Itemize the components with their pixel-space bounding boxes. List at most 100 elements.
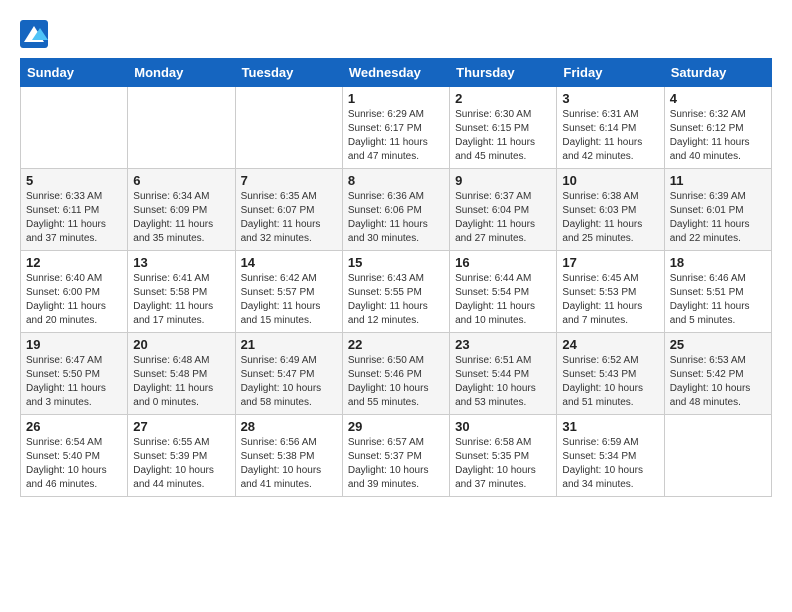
day-info: Sunrise: 6:48 AM Sunset: 5:48 PM Dayligh… (133, 354, 229, 410)
calendar-week-row: 26 Sunrise: 6:54 AM Sunset: 5:40 PM Dayli… (21, 415, 772, 497)
calendar-cell (21, 87, 128, 169)
calendar-week-row: 12 Sunrise: 6:40 AM Sunset: 6:00 PM Dayli… (21, 251, 772, 333)
day-number: 15 (348, 255, 444, 270)
day-number: 5 (26, 173, 122, 188)
day-info: Sunrise: 6:51 AM Sunset: 5:44 PM Dayligh… (455, 354, 551, 410)
calendar-cell: 20 Sunrise: 6:48 AM Sunset: 5:48 PM Dayli… (128, 333, 235, 415)
calendar-week-row: 1 Sunrise: 6:29 AM Sunset: 6:17 PM Daylig… (21, 87, 772, 169)
day-info: Sunrise: 6:38 AM Sunset: 6:03 PM Dayligh… (562, 190, 658, 246)
weekday-header: Monday (128, 59, 235, 87)
calendar-cell (664, 415, 771, 497)
weekday-header: Wednesday (342, 59, 449, 87)
day-info: Sunrise: 6:32 AM Sunset: 6:12 PM Dayligh… (670, 108, 766, 164)
day-info: Sunrise: 6:49 AM Sunset: 5:47 PM Dayligh… (241, 354, 337, 410)
day-number: 7 (241, 173, 337, 188)
calendar-cell: 26 Sunrise: 6:54 AM Sunset: 5:40 PM Dayli… (21, 415, 128, 497)
calendar-cell: 7 Sunrise: 6:35 AM Sunset: 6:07 PM Daylig… (235, 169, 342, 251)
calendar-cell: 28 Sunrise: 6:56 AM Sunset: 5:38 PM Dayli… (235, 415, 342, 497)
day-number: 26 (26, 419, 122, 434)
calendar-cell: 16 Sunrise: 6:44 AM Sunset: 5:54 PM Dayli… (450, 251, 557, 333)
day-number: 17 (562, 255, 658, 270)
calendar-cell: 2 Sunrise: 6:30 AM Sunset: 6:15 PM Daylig… (450, 87, 557, 169)
day-info: Sunrise: 6:44 AM Sunset: 5:54 PM Dayligh… (455, 272, 551, 328)
calendar: SundayMondayTuesdayWednesdayThursdayFrid… (20, 58, 772, 497)
day-info: Sunrise: 6:50 AM Sunset: 5:46 PM Dayligh… (348, 354, 444, 410)
day-info: Sunrise: 6:35 AM Sunset: 6:07 PM Dayligh… (241, 190, 337, 246)
calendar-cell: 12 Sunrise: 6:40 AM Sunset: 6:00 PM Dayli… (21, 251, 128, 333)
calendar-cell: 11 Sunrise: 6:39 AM Sunset: 6:01 PM Dayli… (664, 169, 771, 251)
day-info: Sunrise: 6:37 AM Sunset: 6:04 PM Dayligh… (455, 190, 551, 246)
calendar-cell: 18Sunrise: 6:46 AM Sunset: 5:51 PM Dayli… (664, 251, 771, 333)
calendar-cell: 29 Sunrise: 6:57 AM Sunset: 5:37 PM Dayli… (342, 415, 449, 497)
page-header (20, 20, 772, 48)
calendar-cell (128, 87, 235, 169)
calendar-cell: 9 Sunrise: 6:37 AM Sunset: 6:04 PM Daylig… (450, 169, 557, 251)
weekday-header: Saturday (664, 59, 771, 87)
calendar-cell: 13 Sunrise: 6:41 AM Sunset: 5:58 PM Dayli… (128, 251, 235, 333)
calendar-cell: 10 Sunrise: 6:38 AM Sunset: 6:03 PM Dayli… (557, 169, 664, 251)
day-info: Sunrise: 6:39 AM Sunset: 6:01 PM Dayligh… (670, 190, 766, 246)
calendar-cell: 14 Sunrise: 6:42 AM Sunset: 5:57 PM Dayli… (235, 251, 342, 333)
day-info: Sunrise: 6:57 AM Sunset: 5:37 PM Dayligh… (348, 436, 444, 492)
day-info: Sunrise: 6:54 AM Sunset: 5:40 PM Dayligh… (26, 436, 122, 492)
day-number: 14 (241, 255, 337, 270)
calendar-header-row: SundayMondayTuesdayWednesdayThursdayFrid… (21, 59, 772, 87)
calendar-cell: 27 Sunrise: 6:55 AM Sunset: 5:39 PM Dayli… (128, 415, 235, 497)
calendar-cell: 25 Sunrise: 6:53 AM Sunset: 5:42 PM Dayli… (664, 333, 771, 415)
day-info: Sunrise: 6:53 AM Sunset: 5:42 PM Dayligh… (670, 354, 766, 410)
day-number: 10 (562, 173, 658, 188)
day-number: 19 (26, 337, 122, 352)
day-info: Sunrise: 6:36 AM Sunset: 6:06 PM Dayligh… (348, 190, 444, 246)
day-number: 4 (670, 91, 766, 106)
day-number: 12 (26, 255, 122, 270)
day-number: 2 (455, 91, 551, 106)
calendar-cell: 6 Sunrise: 6:34 AM Sunset: 6:09 PM Daylig… (128, 169, 235, 251)
calendar-cell: 15 Sunrise: 6:43 AM Sunset: 5:55 PM Dayli… (342, 251, 449, 333)
day-number: 21 (241, 337, 337, 352)
day-number: 23 (455, 337, 551, 352)
calendar-cell: 21 Sunrise: 6:49 AM Sunset: 5:47 PM Dayli… (235, 333, 342, 415)
calendar-cell (235, 87, 342, 169)
logo (20, 20, 52, 48)
calendar-cell: 22Sunrise: 6:50 AM Sunset: 5:46 PM Dayli… (342, 333, 449, 415)
day-number: 6 (133, 173, 229, 188)
calendar-cell: 8Sunrise: 6:36 AM Sunset: 6:06 PM Daylig… (342, 169, 449, 251)
calendar-week-row: 19Sunrise: 6:47 AM Sunset: 5:50 PM Dayli… (21, 333, 772, 415)
day-number: 30 (455, 419, 551, 434)
day-info: Sunrise: 6:34 AM Sunset: 6:09 PM Dayligh… (133, 190, 229, 246)
day-number: 11 (670, 173, 766, 188)
calendar-cell: 31Sunrise: 6:59 AM Sunset: 5:34 PM Dayli… (557, 415, 664, 497)
day-info: Sunrise: 6:46 AM Sunset: 5:51 PM Dayligh… (670, 272, 766, 328)
calendar-cell: 17 Sunrise: 6:45 AM Sunset: 5:53 PM Dayli… (557, 251, 664, 333)
day-number: 29 (348, 419, 444, 434)
day-number: 27 (133, 419, 229, 434)
day-info: Sunrise: 6:30 AM Sunset: 6:15 PM Dayligh… (455, 108, 551, 164)
day-info: Sunrise: 6:40 AM Sunset: 6:00 PM Dayligh… (26, 272, 122, 328)
day-info: Sunrise: 6:55 AM Sunset: 5:39 PM Dayligh… (133, 436, 229, 492)
day-number: 9 (455, 173, 551, 188)
calendar-week-row: 5 Sunrise: 6:33 AM Sunset: 6:11 PM Daylig… (21, 169, 772, 251)
day-number: 28 (241, 419, 337, 434)
day-number: 3 (562, 91, 658, 106)
day-number: 25 (670, 337, 766, 352)
weekday-header: Friday (557, 59, 664, 87)
calendar-cell: 4 Sunrise: 6:32 AM Sunset: 6:12 PM Daylig… (664, 87, 771, 169)
day-info: Sunrise: 6:33 AM Sunset: 6:11 PM Dayligh… (26, 190, 122, 246)
weekday-header: Sunday (21, 59, 128, 87)
calendar-cell: 23 Sunrise: 6:51 AM Sunset: 5:44 PM Dayli… (450, 333, 557, 415)
calendar-cell: 24 Sunrise: 6:52 AM Sunset: 5:43 PM Dayli… (557, 333, 664, 415)
day-number: 24 (562, 337, 658, 352)
day-info: Sunrise: 6:43 AM Sunset: 5:55 PM Dayligh… (348, 272, 444, 328)
weekday-header: Tuesday (235, 59, 342, 87)
day-number: 13 (133, 255, 229, 270)
day-info: Sunrise: 6:52 AM Sunset: 5:43 PM Dayligh… (562, 354, 658, 410)
day-number: 16 (455, 255, 551, 270)
day-number: 1 (348, 91, 444, 106)
day-info: Sunrise: 6:29 AM Sunset: 6:17 PM Dayligh… (348, 108, 444, 164)
day-info: Sunrise: 6:42 AM Sunset: 5:57 PM Dayligh… (241, 272, 337, 328)
day-number: 20 (133, 337, 229, 352)
day-info: Sunrise: 6:56 AM Sunset: 5:38 PM Dayligh… (241, 436, 337, 492)
day-info: Sunrise: 6:41 AM Sunset: 5:58 PM Dayligh… (133, 272, 229, 328)
day-info: Sunrise: 6:45 AM Sunset: 5:53 PM Dayligh… (562, 272, 658, 328)
day-info: Sunrise: 6:59 AM Sunset: 5:34 PM Dayligh… (562, 436, 658, 492)
